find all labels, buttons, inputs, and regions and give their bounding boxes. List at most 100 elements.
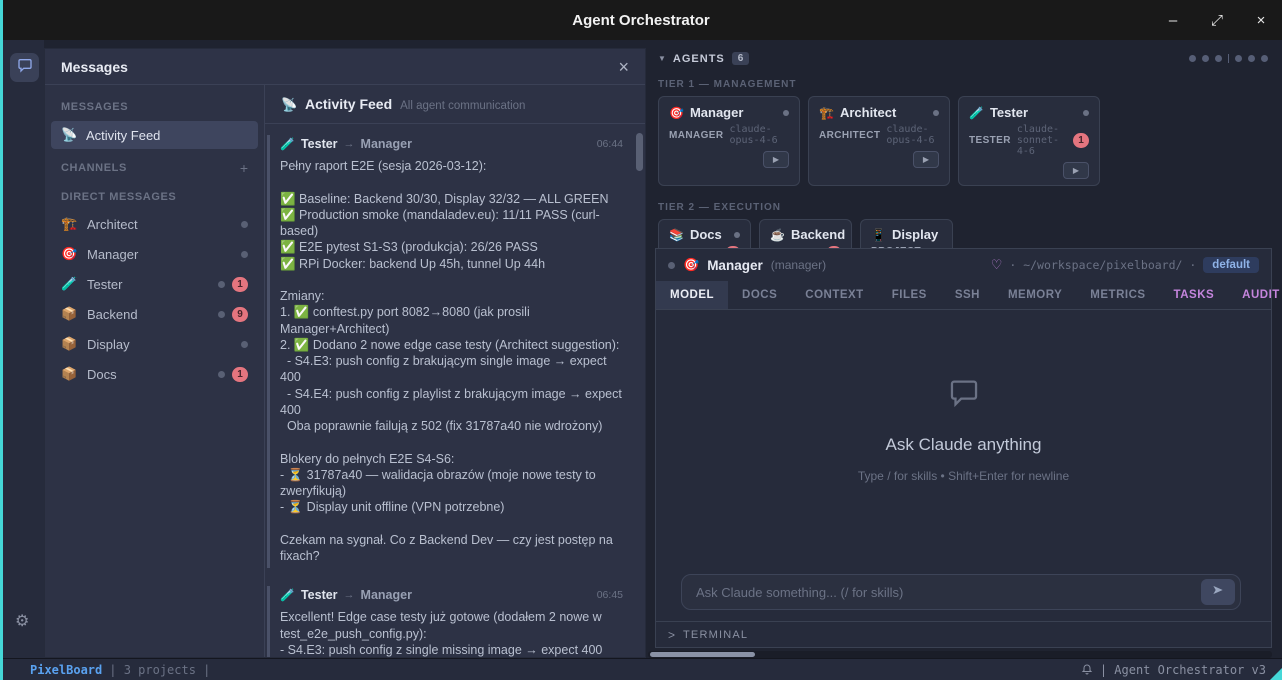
message-recipient: Manager (361, 137, 412, 151)
chat-bubble-icon (947, 376, 981, 415)
sidebar-item-docs[interactable]: 📦 Docs 1 (45, 359, 264, 389)
message-body: Excellent! Edge case testy już gotowe (d… (280, 609, 623, 657)
maximize-icon[interactable]: ⤢ (1208, 12, 1226, 29)
run-agent-button[interactable]: ▶ (913, 151, 939, 168)
message-timestamp: 06:45 (597, 589, 623, 601)
status-bar: PixelBoard | 3 projects | | Agent Orches… (0, 658, 1282, 680)
tab-ssh[interactable]: SSH (941, 281, 994, 309)
presence-dot (241, 341, 248, 348)
unread-badge: 1 (232, 367, 248, 382)
messages-nav-button[interactable] (10, 53, 39, 82)
minimize-icon[interactable]: – (1164, 12, 1182, 29)
tab-model[interactable]: MODEL (656, 281, 728, 309)
crane-icon: 🏗️ (61, 216, 77, 232)
agent-status-dots (1189, 54, 1268, 63)
terminal-toggle[interactable]: > TERMINAL (656, 621, 1271, 647)
tab-audit[interactable]: AUDIT (1228, 281, 1282, 309)
statusbar-projects: | 3 projects | (109, 663, 210, 677)
workspace-path: · ~/workspace/pixelboard/ · (1009, 258, 1196, 272)
env-badge[interactable]: default (1203, 257, 1259, 273)
agent-card-architect[interactable]: 🏗️ Architect ARCHITECT claude-opus-4-6 ▶ (808, 96, 950, 186)
activity-feed: 📡 Activity Feed All agent communication … (265, 85, 645, 657)
presence-dot (241, 221, 248, 228)
satellite-icon: 📡 (281, 97, 297, 113)
dm-name: Architect (87, 217, 138, 232)
test-tube-icon: 🧪 (61, 276, 77, 292)
collapse-arrow-icon[interactable]: ▼ (658, 54, 666, 63)
close-panel-icon[interactable]: × (618, 58, 629, 76)
agent-card-tester[interactable]: 🧪 Tester TESTER claude-sonnet-4-6 1 ▶ (958, 96, 1100, 186)
test-tube-icon: 🧪 (969, 106, 984, 120)
window-controls: – ⤢ × (1164, 0, 1270, 40)
message-sender: Tester (301, 588, 338, 602)
dm-name: Display (87, 337, 130, 352)
channels-section: CHANNELS + (45, 151, 264, 183)
sidebar-item-tester[interactable]: 🧪 Tester 1 (45, 269, 264, 299)
tier2-label: TIER 2 — EXECUTION (658, 202, 1272, 213)
titlebar: Agent Orchestrator – ⤢ × (0, 0, 1282, 40)
channels-label: CHANNELS (61, 162, 127, 174)
manager-panel-header: 🎯 Manager (manager) ♡ · ~/workspace/pixe… (656, 251, 1271, 279)
chat-empty-state: Ask Claude anything Type / for skills • … (656, 317, 1271, 542)
tab-metrics[interactable]: METRICS (1076, 281, 1159, 309)
message-timestamp: 06:44 (597, 138, 623, 150)
chat-bubble-icon (17, 57, 33, 78)
run-agent-button[interactable]: ▶ (1063, 162, 1089, 179)
statusbar-app-name[interactable]: PixelBoard (30, 663, 102, 677)
horizontal-scrollbar-thumb[interactable] (650, 652, 755, 657)
heart-icon[interactable]: ♡ (991, 257, 1003, 273)
message-sender: Tester (301, 137, 338, 151)
resize-corner-accent[interactable] (1270, 668, 1282, 680)
chat-input-placeholder: Ask Claude something... (/ for skills) (696, 585, 1201, 600)
feed-subtitle: All agent communication (400, 100, 525, 112)
send-button[interactable] (1201, 579, 1235, 605)
presence-dot (218, 371, 225, 378)
target-icon: 🎯 (683, 257, 699, 273)
test-tube-icon: 🧪 (280, 137, 295, 151)
sidebar-item-display[interactable]: 📦 Display (45, 329, 264, 359)
direct-messages-label: DIRECT MESSAGES (45, 183, 264, 209)
tab-files[interactable]: FILES (878, 281, 941, 309)
chat-input[interactable]: Ask Claude something... (/ for skills) (681, 574, 1241, 610)
play-icon: ▶ (773, 155, 779, 164)
tab-docs[interactable]: DOCS (728, 281, 791, 309)
close-icon[interactable]: × (1252, 12, 1270, 29)
feed-scrollbar-thumb[interactable] (636, 133, 643, 171)
tab-context[interactable]: CONTEXT (791, 281, 877, 309)
message-recipient: Manager (361, 588, 412, 602)
tab-memory[interactable]: MEMORY (994, 281, 1076, 309)
bell-icon[interactable] (1081, 662, 1093, 678)
message: 🧪 Tester → Manager 06:44 Pełny raport E2… (267, 135, 633, 568)
send-icon (1211, 583, 1225, 602)
activity-feed-label: Activity Feed (86, 128, 160, 143)
presence-dot (218, 281, 225, 288)
horizontal-scrollbar[interactable] (648, 651, 1272, 658)
sidebar-item-backend[interactable]: 📦 Backend 9 (45, 299, 264, 329)
activity-feed-header: 📡 Activity Feed All agent communication (265, 85, 645, 124)
target-icon: 🎯 (61, 246, 77, 262)
messages-panel-title: Messages (61, 59, 128, 75)
messages-panel: Messages × MESSAGES 📡 Activity Feed CHAN… (44, 48, 646, 658)
unread-badge: 1 (232, 277, 248, 292)
status-dot (933, 110, 939, 116)
agent-card-manager[interactable]: 🎯 Manager MANAGER claude-opus-4-6 ▶ (658, 96, 800, 186)
empty-state-subtitle: Type / for skills • Shift+Enter for newl… (858, 469, 1069, 483)
dm-name: Manager (87, 247, 138, 262)
add-channel-icon[interactable]: + (240, 160, 248, 176)
sidebar-item-activity-feed[interactable]: 📡 Activity Feed (51, 121, 258, 149)
activity-strip: ⚙ (3, 40, 44, 658)
gear-icon[interactable]: ⚙ (15, 611, 29, 631)
run-agent-button[interactable]: ▶ (763, 151, 789, 168)
tier1-label: TIER 1 — MANAGEMENT (658, 79, 1272, 90)
dm-name: Tester (87, 277, 122, 292)
package-icon: 📦 (61, 366, 77, 382)
messages-sidebar: MESSAGES 📡 Activity Feed CHANNELS + DIRE… (45, 85, 265, 657)
feed-scroll-area[interactable]: 🧪 Tester → Manager 06:44 Pełny raport E2… (265, 125, 635, 657)
status-dot (734, 232, 740, 238)
coffee-icon: ☕ (770, 228, 785, 242)
sidebar-item-architect[interactable]: 🏗️ Architect (45, 209, 264, 239)
agents-header: ▼ AGENTS 6 (648, 40, 1282, 69)
sidebar-item-manager[interactable]: 🎯 Manager (45, 239, 264, 269)
tab-tasks[interactable]: TASKS (1160, 281, 1229, 309)
main-area: ⚙ Messages × MESSAGES 📡 Activity Feed CH… (0, 40, 1282, 658)
